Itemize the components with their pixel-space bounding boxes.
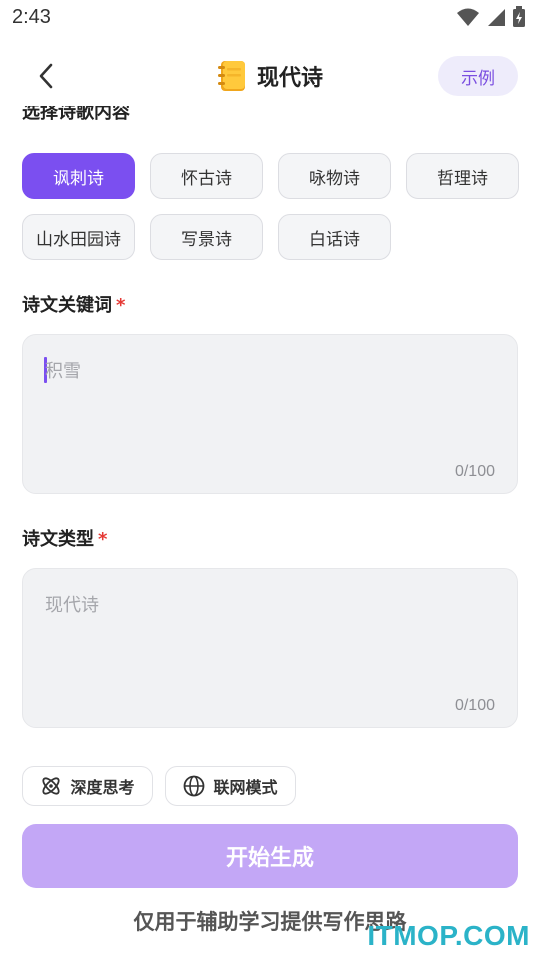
poem-type-input[interactable]: 现代诗 0/100 xyxy=(22,568,518,728)
status-time: 2:43 xyxy=(12,6,51,28)
signal-icon xyxy=(488,9,505,26)
keywords-label: 诗文关键词 * xyxy=(22,291,125,317)
section-label-text: 选择诗歌内容 xyxy=(22,106,130,123)
generate-button[interactable]: 开始生成 xyxy=(22,824,518,888)
globe-icon xyxy=(184,775,205,797)
wifi-icon xyxy=(457,8,479,26)
keywords-input[interactable]: 积雪 0/100 xyxy=(22,334,518,494)
deep-think-button[interactable]: 深度思考 xyxy=(22,766,153,806)
chip-satire[interactable]: 讽刺诗 xyxy=(22,153,135,199)
web-mode-button[interactable]: 联网模式 xyxy=(165,766,296,806)
poem-type-label-text: 诗文类型 xyxy=(22,529,94,550)
required-mark: * xyxy=(98,529,108,550)
web-mode-label: 联网模式 xyxy=(213,778,278,797)
chip-nostalgic[interactable]: 怀古诗 xyxy=(150,153,263,199)
chip-scenery[interactable]: 写景诗 xyxy=(150,214,263,260)
poem-type-counter: 0/100 xyxy=(454,697,495,714)
required-mark: * xyxy=(116,295,126,316)
battery-icon xyxy=(513,6,525,27)
keywords-counter: 0/100 xyxy=(454,463,495,480)
notebook-icon xyxy=(217,61,245,91)
keywords-label-text: 诗文关键词 xyxy=(22,295,112,316)
status-icons xyxy=(456,6,526,28)
keywords-placeholder: 积雪 xyxy=(45,361,81,382)
section-label-poem-content: 选择诗歌内容 xyxy=(22,106,322,130)
watermark: ITMOP.COM xyxy=(367,920,530,951)
header: 现代诗 示例 xyxy=(0,46,540,106)
chip-vernacular[interactable]: 白话诗 xyxy=(278,214,391,260)
example-button[interactable]: 示例 xyxy=(438,56,518,96)
chip-pastoral[interactable]: 山水田园诗 xyxy=(22,214,135,260)
chip-object[interactable]: 咏物诗 xyxy=(278,153,391,199)
chip-philosophy[interactable]: 哲理诗 xyxy=(406,153,519,199)
deep-think-label: 深度思考 xyxy=(70,778,135,797)
poem-type-placeholder: 现代诗 xyxy=(45,595,99,616)
poem-type-label: 诗文类型 * xyxy=(22,525,107,551)
atom-icon xyxy=(42,777,61,795)
status-bar: 2:43 xyxy=(0,0,540,36)
page-title: 现代诗 xyxy=(256,66,323,91)
